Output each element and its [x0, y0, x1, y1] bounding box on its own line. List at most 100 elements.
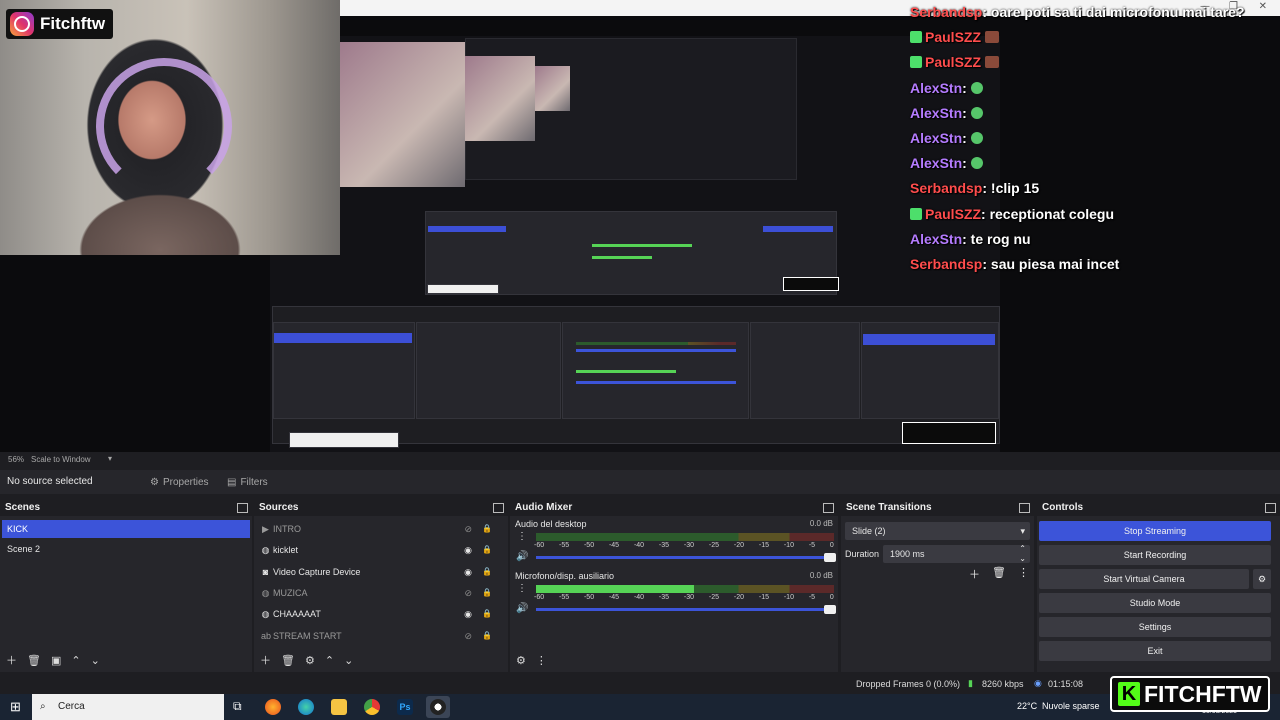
slider-handle[interactable]	[824, 605, 836, 614]
chat-message: AlexStn: te rog nu	[910, 231, 1031, 247]
eye-icon[interactable]: ◉	[464, 541, 472, 559]
windows-start-icon[interactable]: ⊞	[10, 699, 21, 715]
scenes-header: Scenes	[0, 500, 252, 516]
virtual-camera-settings-icon[interactable]: ⚙	[1253, 569, 1271, 589]
eye-hidden-icon[interactable]: ⊘	[464, 627, 472, 645]
source-item[interactable]: ▶ INTRO ⊘ 🔒	[256, 520, 506, 538]
filters-button[interactable]: ▤ Filters	[227, 474, 268, 490]
taskbar-search[interactable]: ⌕ Cerca	[32, 694, 224, 720]
chrome-icon[interactable]	[364, 699, 380, 715]
volume-slider[interactable]	[536, 605, 836, 614]
scene-item-scene-2[interactable]: Scene 2	[2, 540, 250, 558]
source-item[interactable]: ab STREAM START ⊘ 🔒	[256, 627, 506, 645]
duration-input[interactable]: 1900 ms ⌃ ⌄	[883, 544, 1030, 563]
lock-icon[interactable]: 🔒	[482, 563, 492, 581]
task-view-icon[interactable]: ⧉	[233, 699, 242, 714]
undock-icon[interactable]	[1265, 503, 1276, 513]
undock-icon[interactable]	[1019, 503, 1030, 513]
nested-mixer-bar	[576, 342, 736, 345]
chat-username: PaulSZZ	[925, 29, 982, 46]
trash-icon[interactable]: 🗑	[27, 654, 41, 667]
exit-button[interactable]: Exit	[1039, 641, 1271, 661]
photoshop-icon[interactable]: Ps	[397, 699, 413, 715]
eye-icon[interactable]: ◉	[464, 605, 472, 623]
undock-icon[interactable]	[823, 503, 834, 513]
chevron-down-icon: ▾	[1020, 526, 1025, 536]
lock-icon[interactable]: 🔒	[482, 541, 492, 559]
kebab-menu-icon[interactable]: ⋮	[517, 531, 527, 542]
status-bar: Dropped Frames 0 (0.0%) ▮ 8260 kbps ◉ 01…	[0, 674, 1280, 694]
filters-label: Filters	[240, 476, 268, 488]
chat-username: Serbandsp	[910, 4, 983, 20]
settings-button[interactable]: Settings	[1039, 617, 1271, 637]
text-icon: ab	[261, 630, 272, 641]
play-icon: ▶	[262, 524, 269, 534]
source-item[interactable]: ◍ kicklet ◉ 🔒	[256, 541, 506, 559]
scale-mode-select[interactable]: Scale to Window	[31, 455, 91, 464]
undock-icon[interactable]	[493, 503, 504, 513]
start-recording-button[interactable]: Start Recording	[1039, 545, 1271, 565]
chat-username: AlexStn	[910, 155, 963, 172]
volume-meter-fill	[536, 585, 694, 593]
source-item[interactable]: ◍ CHAAAAAT ◉ 🔒	[256, 605, 506, 623]
transition-select[interactable]: Slide (2) ▾	[845, 522, 1030, 540]
scene-item-kick[interactable]: KICK	[2, 520, 250, 538]
trash-icon[interactable]: 🗑	[992, 566, 1006, 582]
move-up-icon[interactable]: ⌃	[325, 654, 334, 667]
add-icon[interactable]: ＋	[260, 652, 271, 668]
gear-icon[interactable]: ⚙	[305, 654, 315, 667]
nested-search	[427, 284, 499, 294]
windows-taskbar: ⊞ ⌕ Cerca ⧉ Ps 22°C Nuvole sparse 10/08/…	[0, 694, 1280, 720]
nested-sources	[416, 322, 561, 419]
signal-icon: ▮	[968, 678, 973, 688]
eye-hidden-icon[interactable]: ⊘	[464, 520, 472, 538]
slider-handle[interactable]	[824, 553, 836, 562]
trash-icon[interactable]: 🗑	[281, 654, 295, 667]
nested-obs-preview	[270, 36, 1000, 452]
lock-icon[interactable]: 🔒	[482, 605, 492, 623]
source-item[interactable]: ◍ MUZICA ⊘ 🔒	[256, 584, 506, 602]
eye-hidden-icon[interactable]: ⊘	[464, 584, 472, 602]
lock-icon[interactable]: 🔒	[482, 627, 492, 645]
stop-streaming-button[interactable]: Stop Streaming	[1039, 521, 1271, 541]
undock-icon[interactable]	[237, 503, 248, 513]
kebab-menu-icon[interactable]: ⋮	[1018, 566, 1029, 582]
firefox-icon[interactable]	[265, 699, 281, 715]
controls-dock: Controls Stop Streaming Start Recording …	[1037, 500, 1280, 672]
lock-icon[interactable]: 🔒	[482, 520, 492, 538]
move-up-icon[interactable]: ⌃	[71, 654, 80, 667]
edge-icon[interactable]	[298, 699, 314, 715]
kebab-menu-icon[interactable]: ⋮	[517, 583, 527, 594]
no-source-label: No source selected	[7, 476, 93, 487]
file-explorer-icon[interactable]	[331, 699, 347, 715]
close-icon[interactable]: ✕	[1259, 1, 1267, 12]
move-down-icon[interactable]: ⌄	[344, 654, 353, 667]
nested-stop-streaming	[863, 334, 995, 345]
nested-meter-2	[592, 256, 652, 259]
db-tick-label: -40	[633, 542, 645, 549]
volume-slider[interactable]	[536, 553, 836, 562]
chat-badge-icon	[910, 31, 922, 44]
chat-message: AlexStn:	[910, 80, 983, 96]
db-tick-label: -45	[608, 594, 620, 601]
start-virtual-camera-button[interactable]: Start Virtual Camera	[1039, 569, 1249, 589]
properties-button[interactable]: ⚙ Properties	[150, 474, 209, 490]
add-icon[interactable]: ＋	[969, 566, 980, 582]
add-icon[interactable]: ＋	[6, 652, 17, 668]
scene-filter-icon[interactable]: ▣	[51, 654, 61, 667]
eye-icon[interactable]: ◉	[464, 563, 472, 581]
nested-kick-selected	[274, 333, 412, 343]
lock-icon[interactable]: 🔒	[482, 584, 492, 602]
chevron-down-icon[interactable]: ▾	[108, 454, 112, 463]
speaker-icon[interactable]: 🔊	[516, 603, 528, 614]
speaker-icon[interactable]: 🔊	[516, 551, 528, 562]
advanced-audio-icon[interactable]: ⚙	[516, 654, 526, 667]
db-tick-label: -50	[583, 594, 595, 601]
chat-message: AlexStn:	[910, 130, 983, 146]
kebab-menu-icon[interactable]: ⋮	[536, 654, 547, 667]
studio-mode-button[interactable]: Studio Mode	[1039, 593, 1271, 613]
source-item[interactable]: ◙ Video Capture Device ◉ 🔒	[256, 563, 506, 581]
move-down-icon[interactable]: ⌄	[91, 654, 100, 667]
chat-badge-icon	[910, 207, 922, 220]
db-tick-label: 0	[829, 594, 834, 601]
